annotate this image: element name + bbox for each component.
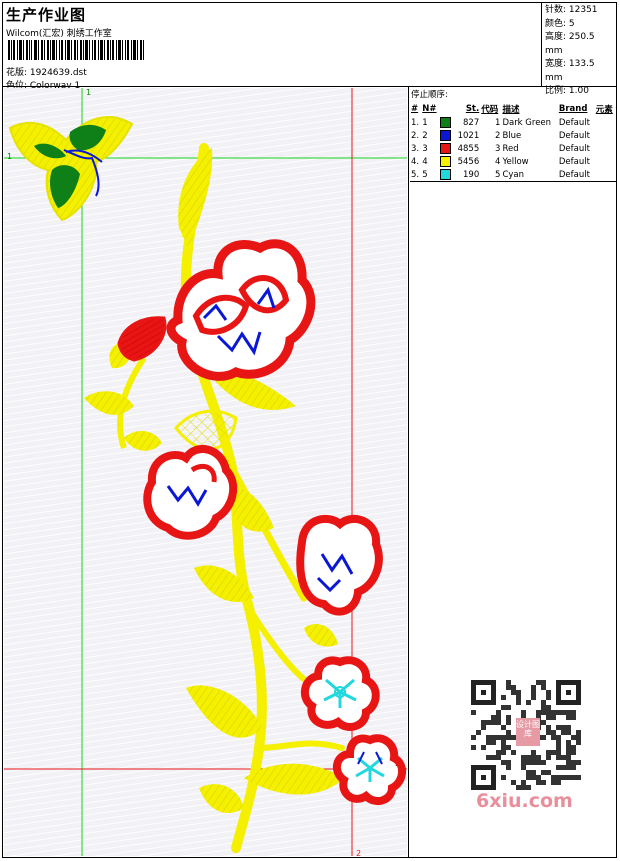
table-row: 2. 2 1021 2 Blue Default [410, 129, 616, 142]
row-index: 3. [411, 143, 420, 154]
row-brand: Default [558, 117, 590, 128]
col-element: 元素 [595, 105, 613, 115]
design-file-label: 花版: 1924639.dst [6, 68, 87, 78]
row-code: 1 [495, 117, 501, 128]
row-brand: Default [558, 143, 590, 154]
col-brand: Brand [558, 104, 588, 114]
row-brand: Default [558, 130, 590, 141]
col-swatch [439, 102, 453, 116]
row-code: 4 [495, 156, 501, 167]
flower-middle-left [143, 445, 238, 540]
row-needle: 5 [422, 169, 428, 180]
row-needle: 3 [422, 143, 428, 154]
color-swatch [440, 130, 452, 141]
row-stitches: 4855 [457, 143, 480, 154]
row-brand: Default [558, 169, 590, 180]
table-row: 1. 1 827 1 Dark Green Default [410, 116, 616, 129]
row-needle: 4 [422, 156, 428, 167]
row-element [595, 116, 616, 129]
row-desc: Red [502, 143, 519, 154]
row-swatch [439, 155, 453, 168]
guide-label-right: 2 [395, 759, 401, 768]
stop-sequence-title: 停止顺序: [411, 90, 448, 100]
col-index: # [411, 104, 419, 114]
row-code: 3 [495, 143, 501, 154]
row-stitches: 190 [463, 169, 480, 180]
row-element [595, 168, 616, 181]
row-index: 4. [411, 156, 420, 167]
stop-sequence-panel: 停止顺序: # N# St. 代码 描述 Brand 元素 1. 1 827 1 Dar… [410, 88, 616, 181]
row-index: 1. [411, 117, 420, 128]
flower-large [166, 239, 316, 381]
guide-label-bottom: 2 [356, 849, 362, 858]
red-bud [117, 316, 167, 362]
row-index: 2. [411, 130, 420, 141]
row-swatch [439, 142, 453, 155]
row-brand: Default [558, 156, 590, 167]
software-name: Wilcom(汇宏) 刺绣工作室 [6, 29, 112, 39]
watermark: 6xiu.com [476, 790, 573, 812]
panel-underline [410, 181, 617, 182]
row-swatch [439, 168, 453, 181]
barcode [8, 40, 144, 60]
panel-divider [408, 87, 409, 858]
row-needle: 2 [422, 130, 428, 141]
row-needle: 1 [422, 117, 428, 128]
row-code: 2 [495, 130, 501, 141]
row-element [595, 129, 616, 142]
flower-bottom [332, 734, 406, 806]
color-swatch [440, 156, 452, 167]
header-info: 生产作业图 Wilcom(汇宏) 刺绣工作室 花版: 1924639.dst 色… [4, 4, 539, 91]
table-row: 3. 3 4855 3 Red Default [410, 142, 616, 155]
row-element [595, 155, 616, 168]
page-title: 生产作业图 [6, 6, 87, 24]
butterfly-motif [8, 116, 134, 222]
header-divider [2, 86, 617, 87]
table-row: 5. 5 190 5 Cyan Default [410, 168, 616, 181]
row-stitches: 827 [463, 117, 480, 128]
color-count: 颜色: 5 [545, 18, 575, 29]
row-stitches: 1021 [457, 130, 480, 141]
table-row: 4. 4 5456 4 Yellow Default [410, 155, 616, 168]
row-desc: Yellow [502, 156, 529, 167]
stop-sequence-table: # N# St. 代码 描述 Brand 元素 1. 1 827 1 Dark Gree… [410, 102, 616, 181]
row-desc: Blue [502, 130, 522, 141]
stats-box: 针数: 12351 颜色: 5 高度: 250.5 mm 宽度: 133.5 m… [541, 2, 617, 96]
color-swatch [440, 143, 452, 154]
color-swatch [440, 169, 452, 180]
table-header-row: # N# St. 代码 描述 Brand 元素 [410, 102, 616, 116]
flower-middle-right [296, 514, 383, 616]
col-needle: N# [422, 104, 437, 114]
col-code: 代码 [481, 105, 499, 115]
color-swatch [440, 117, 452, 128]
qr-stamp: 设计图库 [516, 718, 540, 746]
stitch-count: 针数: 12351 [545, 5, 598, 15]
design-width: 宽度: 133.5 mm [545, 59, 595, 83]
row-code: 5 [495, 169, 501, 180]
row-stitches: 5456 [457, 156, 480, 167]
col-stitches: St. [465, 104, 480, 114]
row-element [595, 142, 616, 155]
design-canvas[interactable] [4, 88, 407, 856]
flower-lower [300, 656, 380, 731]
guide-label-top: 1 [86, 88, 92, 97]
guide-label-left: 1 [7, 152, 13, 161]
row-index: 5. [411, 169, 420, 180]
embroidery-preview [4, 88, 407, 856]
row-desc: Dark Green [502, 117, 552, 128]
col-desc: 描述 [502, 105, 520, 115]
row-swatch [439, 116, 453, 129]
design-height: 高度: 250.5 mm [545, 32, 595, 56]
row-desc: Cyan [502, 169, 524, 180]
row-swatch [439, 129, 453, 142]
